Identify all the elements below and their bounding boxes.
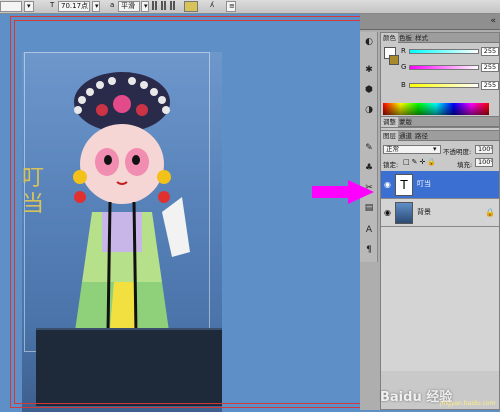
layer-name-text[interactable]: 叮当 [417,180,431,189]
options-bar: ▾ T 70.17点 ▾ a 平滑 ▾ ʎ ≡ [0,0,500,17]
blend-mode-dropdown-icon[interactable]: ▾ [433,145,437,153]
slider-red-value[interactable]: 255 [481,47,499,56]
lock-icon: 🔒 [485,208,495,217]
antialias-select[interactable]: 平滑 [118,1,140,12]
arrow-head [348,180,374,204]
arrow-shaft [312,186,350,198]
background-layer-thumbnail [395,202,413,224]
layers-panel-tabs: 图层 通道 路径 [381,131,499,141]
color-panel-tabs: 颜色 色板 样式 [381,33,499,43]
swatches-icon[interactable]: ✱ [363,64,375,76]
adjust-panel-tabs: 调整 蒙版 [381,117,499,127]
slider-blue[interactable]: B 255 [383,81,499,91]
fill-field[interactable]: 100% [475,158,493,167]
slider-green-value[interactable]: 255 [481,63,499,72]
layers-panel: 图层 通道 路径 正常 ▾ 不透明度: 100% 锁定: □✎✛🔒 填充: 10… [380,130,500,410]
slider-red-label: R [401,47,406,55]
warp-text-icon[interactable]: ʎ [208,1,218,12]
font-size-dropdown-icon[interactable]: ▾ [92,1,100,12]
info-icon[interactable]: ◑ [363,104,375,116]
antialias-dropdown-icon[interactable]: ▾ [141,1,149,12]
lock-label: 锁定: [383,161,399,169]
dock-header: « [360,14,500,30]
slider-red[interactable]: R 255 [383,47,499,57]
adjust-panel: 调整 蒙版 [380,116,500,128]
character-icon[interactable]: A [363,224,375,236]
tab-paths[interactable]: 路径 [413,131,430,141]
visibility-eye-icon[interactable]: ◉ [383,180,392,189]
layer-row-text[interactable]: ◉ T 叮当 [381,171,499,199]
slider-green-track[interactable] [409,65,479,70]
visibility-eye-icon-bg[interactable]: ◉ [383,208,392,217]
tab-masks[interactable]: 蒙版 [397,117,414,127]
color-spectrum[interactable] [383,103,489,115]
layers-list: ◉ T 叮当 ◉ 背景 🔒 [381,171,499,371]
slider-blue-track[interactable] [409,83,479,88]
annotation-arrow [312,180,374,204]
dropdown-icon[interactable]: ▾ [24,1,34,12]
layer-row-background[interactable]: ◉ 背景 🔒 [381,199,499,227]
font-size-icon: T [50,1,55,9]
slider-green-label: G [401,63,407,71]
slider-blue-value[interactable]: 255 [481,81,499,90]
lock-icons[interactable]: □✎✛🔒 [403,158,438,166]
antialias-icon: a [110,1,115,9]
tab-styles[interactable]: 样式 [413,33,430,43]
navigator-icon[interactable]: ⬢ [363,84,375,96]
watermark-url: jingyan.baidu.com [440,400,496,407]
color-panel-icon[interactable]: ◐ [363,36,375,48]
text-layer-thumbnail: T [395,174,413,196]
font-family-field[interactable] [0,1,22,12]
align-center-icon[interactable] [161,1,169,12]
layer-name-background[interactable]: 背景 [417,208,431,217]
canvas-area[interactable]: 叮当 [0,14,496,412]
tab-channels[interactable]: 通道 [397,131,414,141]
brush-icon[interactable]: ✎ [363,142,375,154]
panel-icon-strip: ◐ ✱ ⬢ ◑ ✎ ♣ ✂ ▤ A ¶ [360,32,378,262]
paragraph-icon[interactable]: ¶ [363,244,375,256]
tab-layers[interactable]: 图层 [381,131,398,141]
character-panel-icon[interactable]: ≡ [226,1,236,12]
collapse-icon[interactable]: « [490,16,496,26]
panel-dock: « ◐ ✱ ⬢ ◑ ✎ ♣ ✂ ▤ A ¶ 颜色 色板 样式 R 255 G 2… [360,14,500,410]
align-left-icon[interactable] [152,1,160,12]
opacity-field[interactable]: 100% [475,145,493,154]
text-color-swatch[interactable] [184,1,198,12]
tab-swatches[interactable]: 色板 [397,33,414,43]
fill-label: 填充: [457,161,473,169]
font-size-field[interactable]: 70.17点 [58,1,90,12]
align-right-icon[interactable] [170,1,178,12]
slider-blue-label: B [401,81,406,89]
tab-adjustments[interactable]: 调整 [381,117,398,127]
tab-color[interactable]: 颜色 [381,33,398,43]
slider-red-track[interactable] [409,49,479,54]
clone-icon[interactable]: ♣ [363,162,375,174]
slider-green[interactable]: G 255 [383,63,499,73]
opacity-label: 不透明度: [443,148,472,156]
